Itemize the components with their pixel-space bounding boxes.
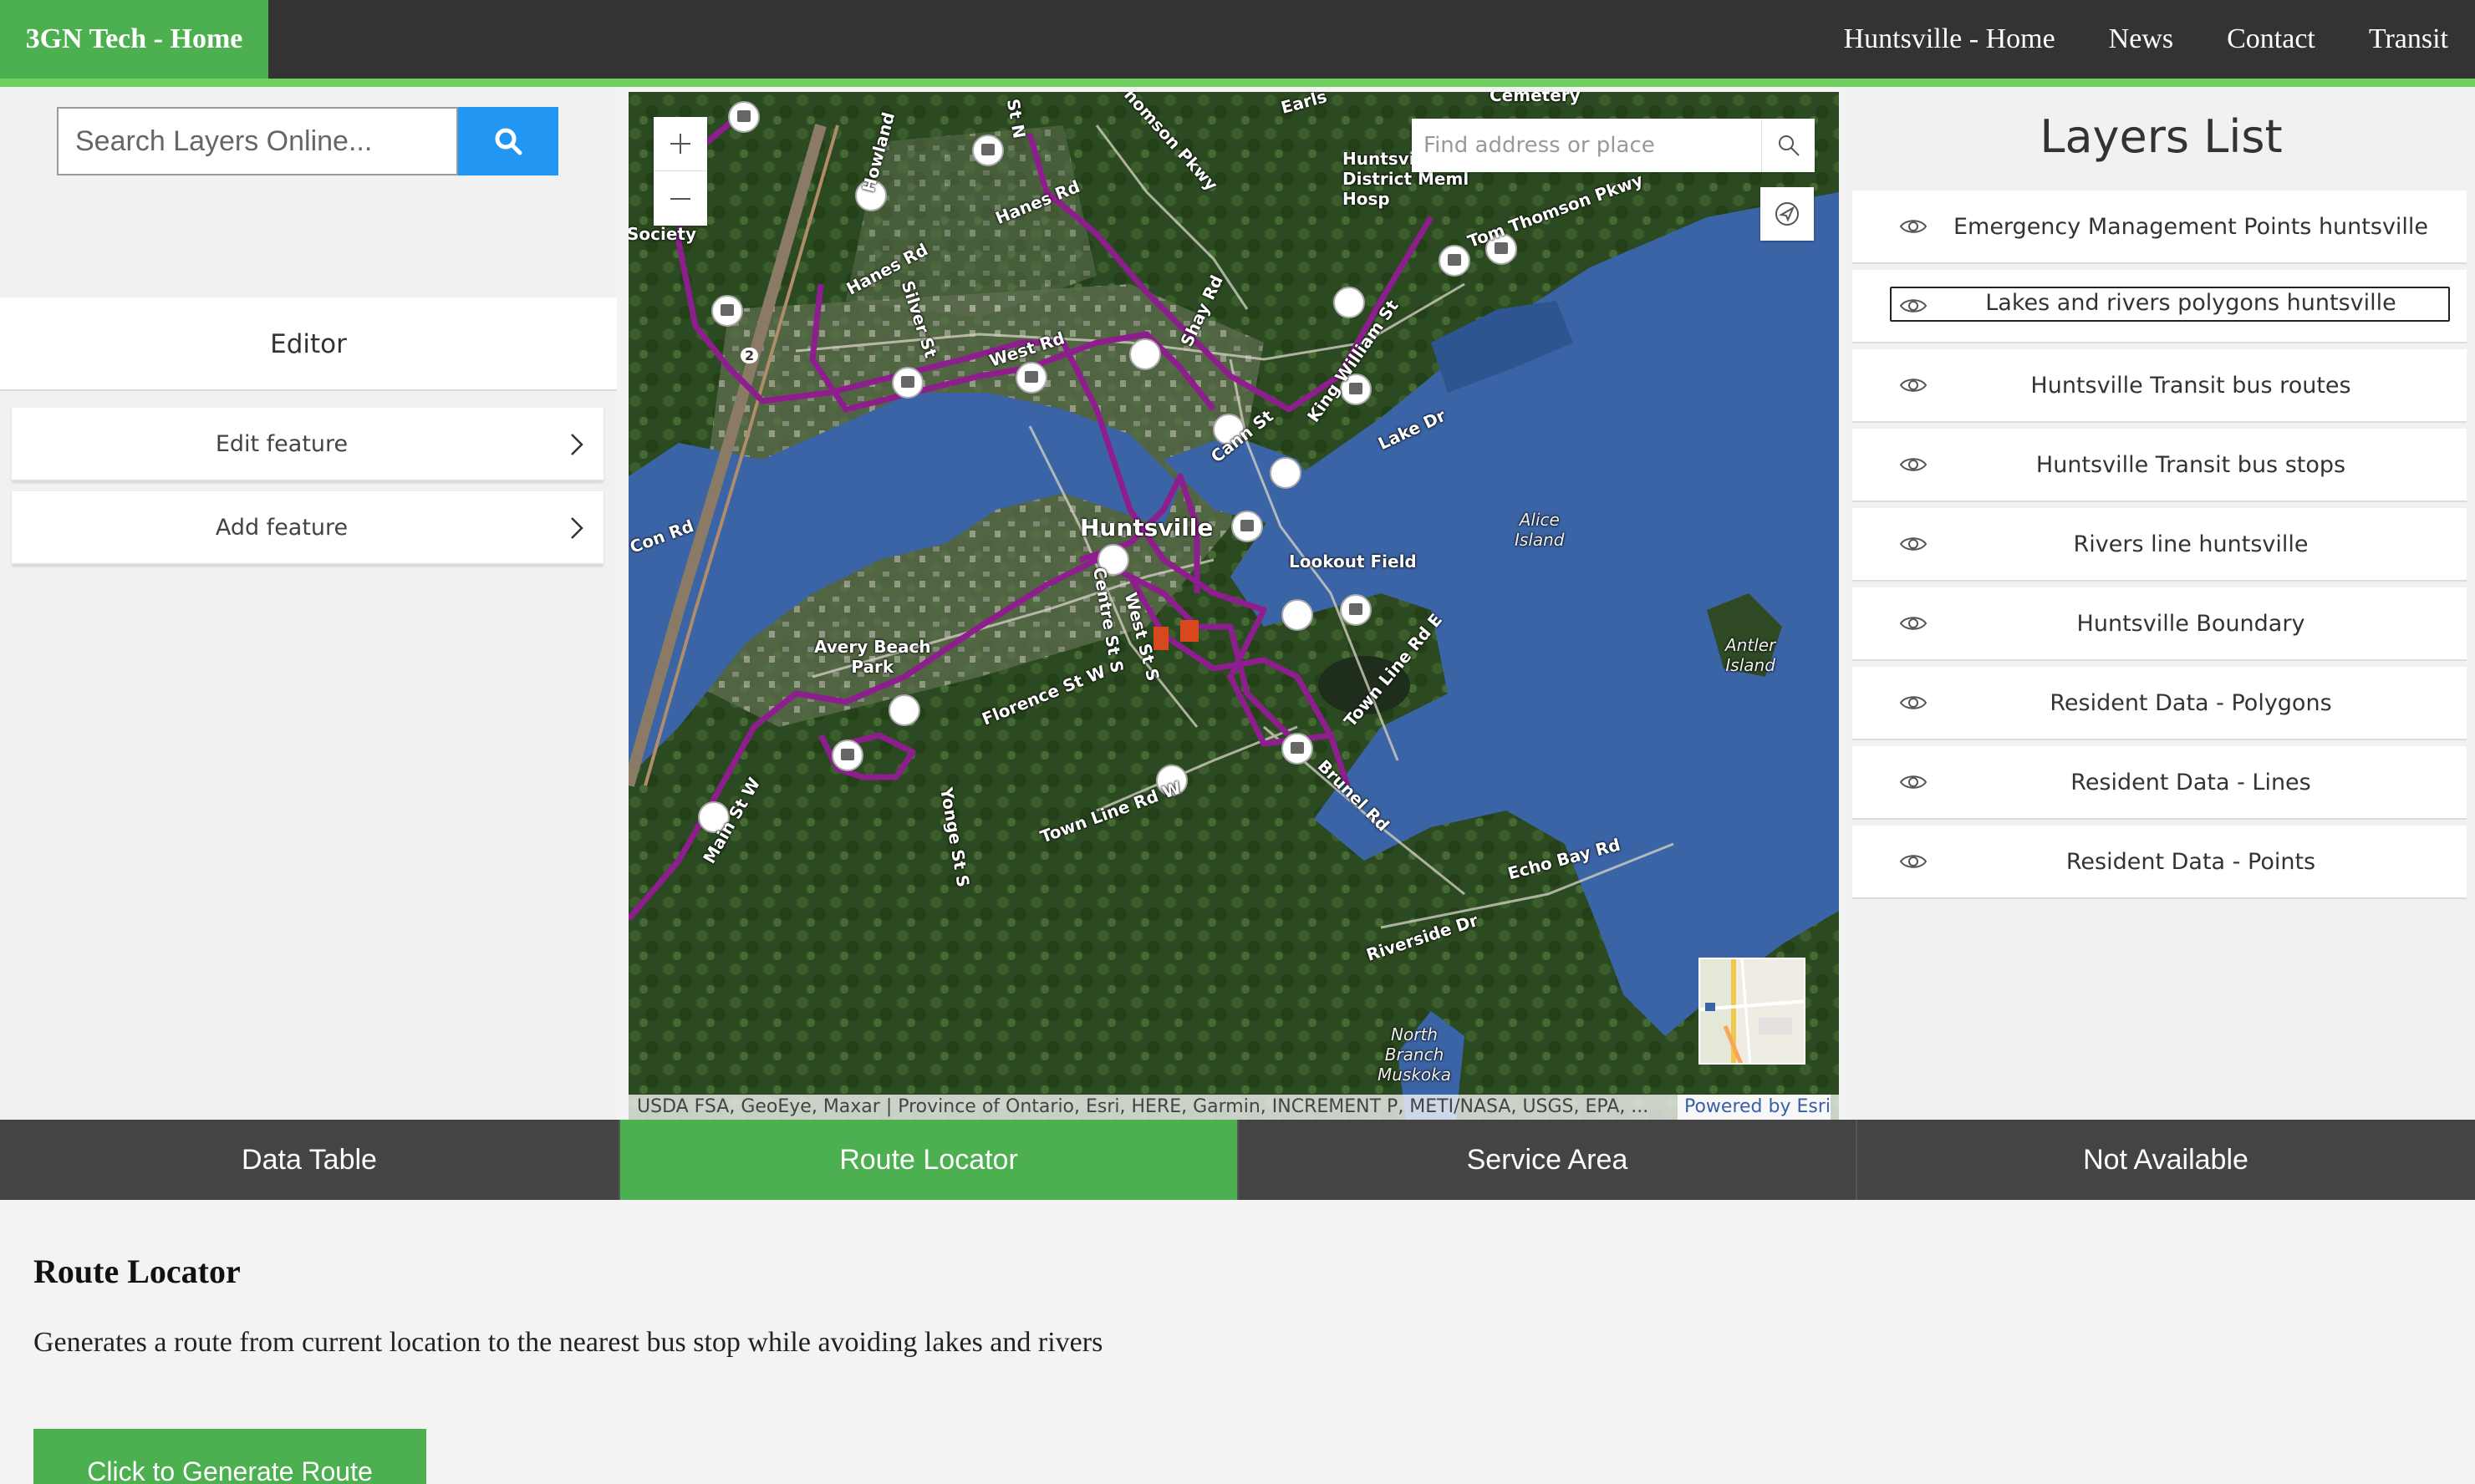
add-feature-button[interactable]: Add feature	[12, 491, 603, 565]
edit-feature-button[interactable]: Edit feature	[12, 408, 603, 481]
map-label-huntsville: Huntsville	[1080, 514, 1214, 541]
top-navbar: 3GN Tech - Home Huntsville - Home News C…	[0, 0, 2475, 79]
edit-feature-label: Edit feature	[215, 431, 349, 457]
map-label-antler-island: Antler Island	[1725, 635, 1776, 675]
layer-name: Huntsville Transit bus stops	[2035, 452, 2346, 478]
generate-route-button[interactable]: Click to Generate Route	[33, 1429, 426, 1484]
map-attribution: USDA FSA, GeoEye, Maxar | Province of On…	[629, 1095, 1839, 1120]
eye-icon[interactable]	[1899, 534, 1928, 554]
eye-icon[interactable]	[1899, 375, 1928, 395]
address-search-input[interactable]	[1412, 119, 1761, 172]
layer-row[interactable]: Resident Data - Points	[1852, 826, 2467, 899]
map-route-shield: 2	[741, 348, 759, 363]
address-search	[1412, 119, 1815, 172]
street-map-thumbnail	[1700, 959, 1804, 1063]
tab-not-available[interactable]: Not Available	[1856, 1120, 2474, 1200]
layer-name: Rivers line huntsville	[2073, 531, 2309, 557]
tab-route-locator[interactable]: Route Locator	[619, 1120, 1237, 1200]
layer-row[interactable]: Lakes and rivers polygons huntsville	[1852, 270, 2467, 343]
editor-title: Editor	[270, 329, 347, 359]
locate-button[interactable]	[1760, 187, 1814, 241]
layer-row[interactable]: Huntsville Transit bus routes	[1852, 349, 2467, 423]
map-label-avery-beach-park: Avery Beach Park	[814, 637, 931, 677]
route-locator-description: Generates a route from current location …	[33, 1327, 1103, 1358]
layer-name: Resident Data - Points	[2065, 849, 2316, 875]
layers-panel: Layers List Emergency Management Points …	[1847, 87, 2475, 1120]
nav-accent-bar	[0, 79, 2475, 87]
eye-icon[interactable]	[1899, 613, 1928, 633]
powered-by-esri-link[interactable]: Powered by Esri	[1677, 1095, 1831, 1120]
minus-icon	[670, 197, 690, 200]
search-icon	[1778, 135, 1800, 156]
nav-link-contact[interactable]: Contact	[2200, 0, 2342, 79]
layer-row[interactable]: Rivers line huntsville	[1852, 508, 2467, 582]
plus-icon	[670, 134, 690, 154]
eye-icon[interactable]	[1899, 296, 1928, 316]
search-icon	[495, 128, 522, 155]
eye-icon[interactable]	[1899, 693, 1928, 713]
chevron-right-icon	[571, 517, 583, 539]
search-layers-input[interactable]	[57, 107, 458, 175]
zoom-controls	[654, 117, 707, 226]
map-label-alice-island: Alice Island	[1515, 510, 1565, 550]
eye-icon[interactable]	[1899, 772, 1928, 792]
map-label-lookout-field: Lookout Field	[1289, 551, 1417, 572]
brand-home-link[interactable]: 3GN Tech - Home	[0, 0, 268, 79]
layer-row[interactable]: Huntsville Boundary	[1852, 587, 2467, 661]
layer-name: Resident Data - Lines	[2070, 770, 2311, 795]
layer-search	[57, 107, 558, 175]
attribution-text: USDA FSA, GeoEye, Maxar | Province of On…	[637, 1096, 1649, 1117]
map-label-cemetery: Cemetery	[1490, 92, 1581, 105]
route-locator-panel: Route Locator Generates a route from cur…	[0, 1200, 2475, 1484]
layer-name: Emergency Management Points huntsville	[1953, 214, 2429, 240]
layer-name: Huntsville Transit bus routes	[2030, 373, 2351, 399]
address-search-button[interactable]	[1761, 119, 1815, 172]
layer-name: Lakes and rivers polygons huntsville	[1985, 290, 2396, 316]
layer-name: Resident Data - Polygons	[2050, 690, 2332, 716]
editor-panel: Editor	[0, 297, 617, 391]
layer-row[interactable]: Resident Data - Lines	[1852, 746, 2467, 820]
nav-link-huntsville-home[interactable]: Huntsville - Home	[1817, 0, 2082, 79]
bottom-tabs: Data Table Route Locator Service Area No…	[0, 1120, 2475, 1200]
tab-data-table[interactable]: Data Table	[0, 1120, 619, 1200]
route-locator-title: Route Locator	[33, 1253, 241, 1290]
map-label-north-branch: North Branch Muskoka	[1378, 1024, 1452, 1085]
eye-icon[interactable]	[1899, 216, 1928, 236]
layer-row[interactable]: Resident Data - Polygons	[1852, 667, 2467, 740]
search-button[interactable]	[458, 107, 558, 175]
nav-links: Huntsville - Home News Contact Transit	[1817, 0, 2475, 79]
add-feature-label: Add feature	[215, 515, 349, 541]
nav-link-news[interactable]: News	[2082, 0, 2200, 79]
tab-service-area[interactable]: Service Area	[1237, 1120, 1856, 1200]
zoom-out-button[interactable]	[654, 171, 707, 226]
locate-arrow-icon	[1775, 202, 1799, 226]
eye-icon[interactable]	[1899, 455, 1928, 475]
zoom-in-button[interactable]	[654, 117, 707, 171]
map-view[interactable]: Huntsville Lookout Field Alice Island An…	[629, 92, 1839, 1120]
eye-icon[interactable]	[1899, 851, 1928, 872]
layer-name: Huntsville Boundary	[2076, 611, 2305, 637]
chevron-right-icon	[571, 434, 583, 455]
basemap-toggle[interactable]	[1698, 958, 1805, 1065]
nav-link-transit[interactable]: Transit	[2342, 0, 2475, 79]
satellite-basemap	[629, 92, 1839, 1120]
layer-row[interactable]: Huntsville Transit bus stops	[1852, 429, 2467, 502]
map-label-society: Society	[629, 224, 697, 244]
layer-row[interactable]: Emergency Management Points huntsville	[1852, 191, 2467, 264]
left-panel: Editor Edit feature Add feature	[0, 87, 617, 1120]
layers-list-title: Layers List	[2040, 110, 2283, 163]
